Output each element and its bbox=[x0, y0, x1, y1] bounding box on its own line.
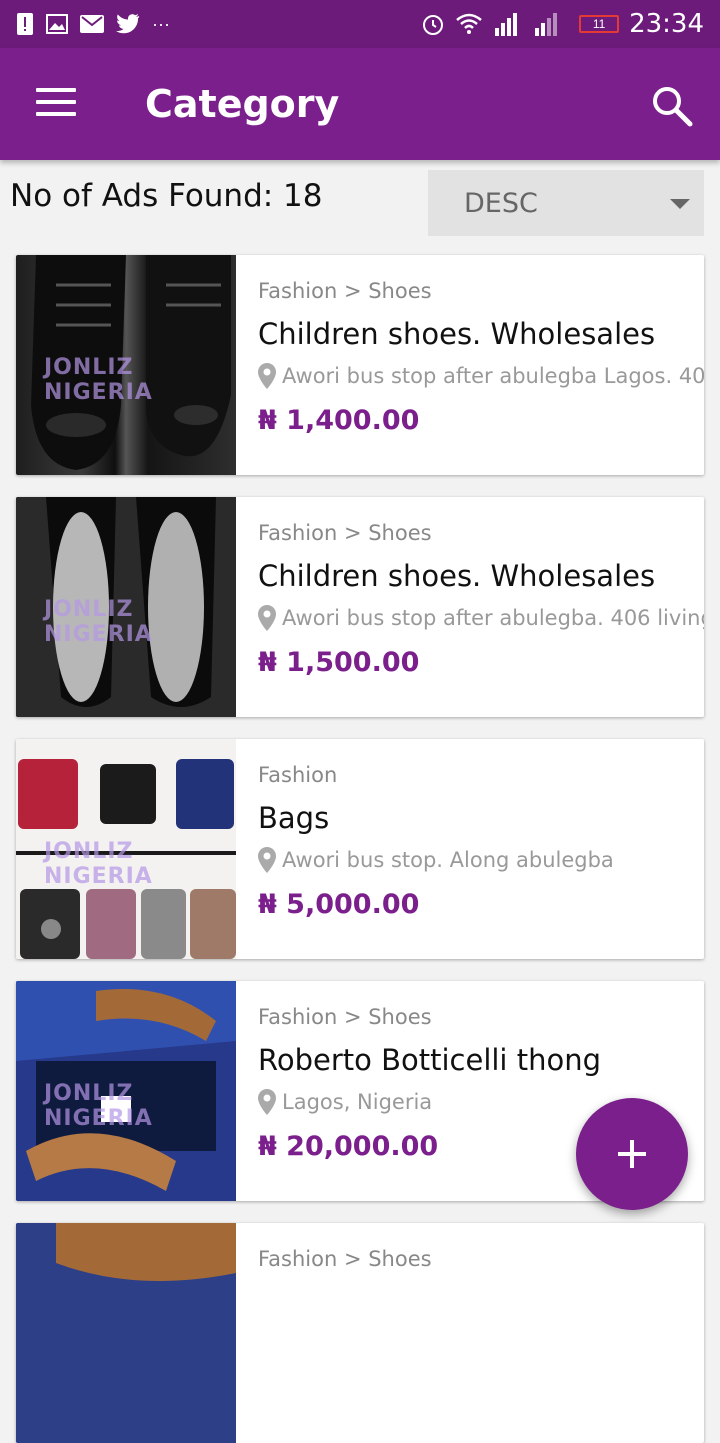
alert-icon bbox=[17, 13, 33, 35]
ad-thumbnail: JONLIZ NIGERIA bbox=[16, 497, 236, 717]
wifi-icon bbox=[456, 13, 482, 34]
ad-title: Roberto Botticelli thong bbox=[258, 1043, 601, 1077]
battery-level: 11 bbox=[592, 17, 606, 31]
ad-category: Fashion > Shoes bbox=[258, 1005, 432, 1029]
ad-card[interactable]: Fashion > Shoes bbox=[16, 1223, 704, 1443]
app-bar: Category bbox=[0, 48, 720, 160]
watermark: JONLIZ NIGERIA bbox=[44, 1081, 153, 1131]
ad-card[interactable]: JONLIZ NIGERIA Fashion Bags Awori bus st… bbox=[16, 739, 704, 959]
sandal-image bbox=[16, 1223, 236, 1443]
ad-price: ₦ 1,500.00 bbox=[258, 647, 420, 678]
ad-location: Lagos, Nigeria bbox=[258, 1089, 432, 1115]
ad-card[interactable]: JONLIZ NIGERIA Fashion > Shoes Children … bbox=[16, 255, 704, 475]
ad-card[interactable]: JONLIZ NIGERIA Fashion > Shoes Children … bbox=[16, 497, 704, 717]
sort-dropdown[interactable]: DESC bbox=[428, 170, 704, 236]
add-ad-button[interactable] bbox=[576, 1098, 688, 1210]
ad-location: Awori bus stop after abulegba. 406 livin… bbox=[258, 605, 704, 631]
ads-count: No of Ads Found: 18 bbox=[10, 178, 323, 214]
twitter-icon bbox=[116, 14, 140, 34]
signal-icon bbox=[495, 13, 518, 36]
dropdown-arrow-icon bbox=[670, 199, 690, 209]
ad-location-text: Awori bus stop after abulegba. 406 livin… bbox=[282, 606, 704, 630]
ad-category: Fashion bbox=[258, 763, 338, 787]
notification-icons: ··· bbox=[16, 12, 170, 36]
ad-thumbnail: JONLIZ NIGERIA bbox=[16, 981, 236, 1201]
location-pin-icon bbox=[258, 1089, 276, 1115]
ad-price: ₦ 20,000.00 bbox=[258, 1131, 439, 1162]
ad-location-text: Awori bus stop. Along abulegba bbox=[282, 848, 614, 872]
ad-location-text: Lagos, Nigeria bbox=[282, 1090, 433, 1114]
battery-icon: 11 bbox=[579, 15, 620, 33]
status-bar: ··· 11 23:34 bbox=[0, 0, 720, 48]
search-icon[interactable] bbox=[650, 84, 694, 128]
ad-category: Fashion > Shoes bbox=[258, 521, 432, 545]
ad-category: Fashion > Shoes bbox=[258, 279, 432, 303]
menu-icon[interactable] bbox=[36, 88, 76, 118]
page-title: Category bbox=[145, 82, 340, 126]
signal-4g-icon bbox=[535, 13, 558, 36]
ad-title: Children shoes. Wholesales bbox=[258, 317, 656, 351]
image-icon bbox=[46, 14, 68, 34]
ad-price: ₦ 1,400.00 bbox=[258, 405, 420, 436]
plus-icon bbox=[618, 1140, 646, 1168]
sort-selected: DESC bbox=[464, 187, 538, 219]
location-pin-icon bbox=[258, 363, 276, 389]
more-icon: ··· bbox=[152, 14, 170, 34]
ad-title: Bags bbox=[258, 801, 330, 835]
ad-location: Awori bus stop. Along abulegba bbox=[258, 847, 614, 873]
ad-thumbnail: JONLIZ NIGERIA bbox=[16, 255, 236, 475]
alarm-icon bbox=[423, 15, 444, 35]
mail-icon bbox=[80, 15, 104, 33]
ad-location-text: Awori bus stop after abulegba Lagos. 406 bbox=[282, 364, 704, 388]
watermark: JONLIZ NIGERIA bbox=[44, 355, 153, 405]
ad-thumbnail: JONLIZ NIGERIA bbox=[16, 739, 236, 959]
ad-title: Children shoes. Wholesales bbox=[258, 559, 656, 593]
watermark: JONLIZ NIGERIA bbox=[44, 839, 153, 889]
status-time: 23:34 bbox=[629, 9, 704, 39]
system-icons: 11 23:34 bbox=[421, 9, 704, 39]
ad-location: Awori bus stop after abulegba Lagos. 406 bbox=[258, 363, 704, 389]
watermark: JONLIZ NIGERIA bbox=[44, 597, 153, 647]
ad-price: ₦ 5,000.00 bbox=[258, 889, 420, 920]
location-pin-icon bbox=[258, 605, 276, 631]
ad-category: Fashion > Shoes bbox=[258, 1247, 432, 1271]
location-pin-icon bbox=[258, 847, 276, 873]
ad-thumbnail bbox=[16, 1223, 236, 1443]
